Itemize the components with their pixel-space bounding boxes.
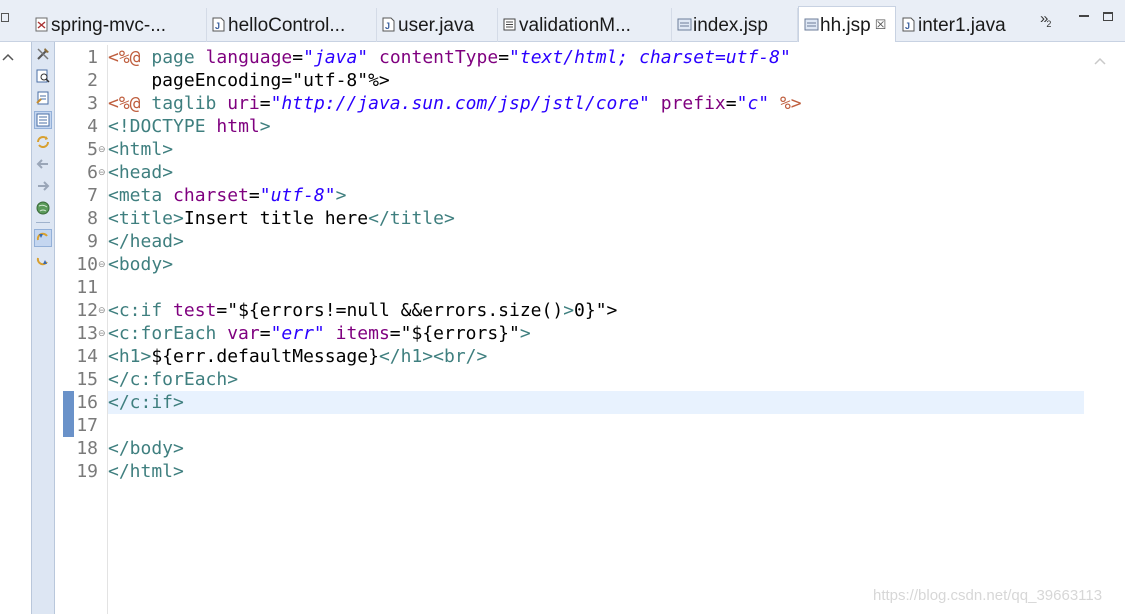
jar-icon (35, 17, 48, 32)
jsp-file-icon (677, 17, 692, 32)
left-panel (0, 42, 30, 614)
svg-text:J: J (905, 21, 910, 31)
code-editor[interactable]: 1 2 3 4 5 ⊖ 6 ⊖ 7 8 9 10 ⊖ 11 12 ⊖ 13 ⊖ 14 15 16 17 18 19 <%@ p… (55, 45, 1087, 614)
line-number: 15 (76, 369, 98, 390)
file-edit-icon[interactable] (35, 90, 51, 106)
view-restore-button[interactable] (0, 0, 26, 42)
line-number: 13 (76, 323, 98, 344)
file-list-icon[interactable] (34, 111, 52, 129)
tab-label: index.jsp (693, 15, 768, 36)
fold-toggle-icon[interactable]: ⊖ (98, 253, 106, 276)
code-line[interactable]: <c:forEach var="err" items="${errors}"> (108, 322, 531, 345)
line-number: 7 (87, 185, 98, 206)
minimize-icon[interactable] (1079, 15, 1089, 17)
code-line[interactable]: <body> (108, 253, 173, 276)
line-number: 14 (76, 346, 98, 367)
globe-icon[interactable] (35, 200, 51, 216)
line-number: 9 (87, 231, 98, 252)
tab-validation-messages[interactable]: validationM... (498, 8, 672, 42)
code-line[interactable]: <h1>${err.defaultMessage}</h1><br/> (108, 345, 487, 368)
line-number: 17 (76, 415, 98, 436)
tab-inter1-java[interactable]: Jinter1.java (897, 8, 1025, 42)
back-arrow-icon[interactable] (35, 156, 51, 172)
line-number: 12 (76, 300, 98, 321)
code-line[interactable]: </html> (108, 460, 184, 483)
code-line[interactable]: </head> (108, 230, 184, 253)
fold-toggle-icon[interactable]: ⊖ (98, 138, 106, 161)
annotation-next-icon[interactable] (35, 252, 51, 268)
chevron-up-icon[interactable] (1094, 53, 1106, 65)
file-search-icon[interactable] (35, 68, 51, 84)
tab-label: inter1.java (918, 15, 1006, 36)
line-number: 18 (76, 438, 98, 459)
tab-hello-controller[interactable]: JhelloControl... (207, 8, 377, 42)
line-number: 1 (87, 47, 98, 68)
tab-label: user.java (398, 15, 475, 36)
line-number: 16 (76, 392, 98, 413)
code-line[interactable]: <%@ taglib uri="http://java.sun.com/jsp/… (108, 92, 802, 115)
close-tab-icon[interactable]: ☒ (875, 17, 887, 33)
code-line[interactable]: <title>Insert title here</title> (108, 207, 455, 230)
code-line[interactable]: </body> (108, 437, 184, 460)
annotation-prev-icon[interactable] (34, 229, 52, 247)
line-number: 4 (87, 116, 98, 137)
vertical-scrollbar[interactable] (1087, 45, 1117, 614)
line-number: 5 (87, 139, 98, 160)
tab-user-java[interactable]: Juser.java (377, 8, 498, 42)
code-line[interactable]: pageEncoding="utf-8"%> (108, 69, 389, 92)
code-line[interactable]: <c:if test="${errors!=null &&errors.size… (108, 299, 617, 322)
watermark: https://blog.csdn.net/qq_39663113 (873, 587, 1103, 604)
tab-overflow-button[interactable]: »2 (1040, 10, 1051, 29)
properties-file-icon (503, 17, 516, 32)
chevron-up-icon[interactable] (2, 50, 14, 65)
sync-icon[interactable] (35, 134, 51, 150)
current-line-highlight (108, 391, 1084, 414)
toolbar-separator (36, 222, 50, 223)
svg-text:J: J (215, 21, 220, 31)
jsp-file-icon (804, 17, 819, 32)
tab-spring-mvc[interactable]: spring-mvc-... (30, 8, 207, 42)
line-number: 19 (76, 461, 98, 482)
line-number: 11 (76, 277, 98, 298)
java-file-icon: J (382, 17, 395, 32)
code-line[interactable]: <html> (108, 138, 173, 161)
java-file-icon: J (212, 17, 225, 32)
tab-hh-jsp[interactable]: hh.jsp ☒ (798, 6, 896, 42)
svg-text:J: J (385, 21, 390, 31)
tab-index-jsp[interactable]: index.jsp (672, 8, 798, 42)
code-line[interactable]: <!DOCTYPE html> (108, 115, 271, 138)
tab-label: helloControl... (228, 15, 346, 36)
vertical-toolbar (31, 42, 55, 614)
fold-toggle-icon[interactable]: ⊖ (98, 161, 106, 184)
fold-toggle-icon[interactable]: ⊖ (98, 322, 106, 345)
forward-arrow-icon[interactable] (35, 178, 51, 194)
fold-toggle-icon[interactable]: ⊖ (98, 299, 106, 322)
tab-label: validationM... (519, 15, 631, 36)
editor-tab-bar: spring-mvc-... JhelloControl... Juser.ja… (0, 0, 1125, 42)
line-number: 3 (87, 93, 98, 114)
line-number: 10 (76, 254, 98, 275)
code-line[interactable]: </c:if> (108, 391, 184, 414)
tab-label: spring-mvc-... (51, 15, 167, 36)
code-line[interactable]: <meta charset="utf-8"> (108, 184, 346, 207)
code-line[interactable]: </c:forEach> (108, 368, 238, 391)
line-number-gutter: 1 2 3 4 5 ⊖ 6 ⊖ 7 8 9 10 ⊖ 11 12 ⊖ 13 ⊖ 14 15 16 17 18 19 (55, 45, 108, 614)
code-line[interactable]: <head> (108, 161, 173, 184)
line-number: 6 (87, 162, 98, 183)
java-file-icon: J (902, 17, 915, 32)
line-number: 2 (87, 70, 98, 91)
overflow-count: 2 (1046, 19, 1052, 29)
line-number: 8 (87, 208, 98, 229)
tab-label: hh.jsp (820, 15, 871, 36)
change-marker (63, 391, 74, 437)
tools-icon[interactable] (35, 46, 51, 62)
maximize-icon[interactable] (1103, 12, 1113, 21)
code-line[interactable]: <%@ page language="java" contentType="te… (108, 46, 791, 69)
